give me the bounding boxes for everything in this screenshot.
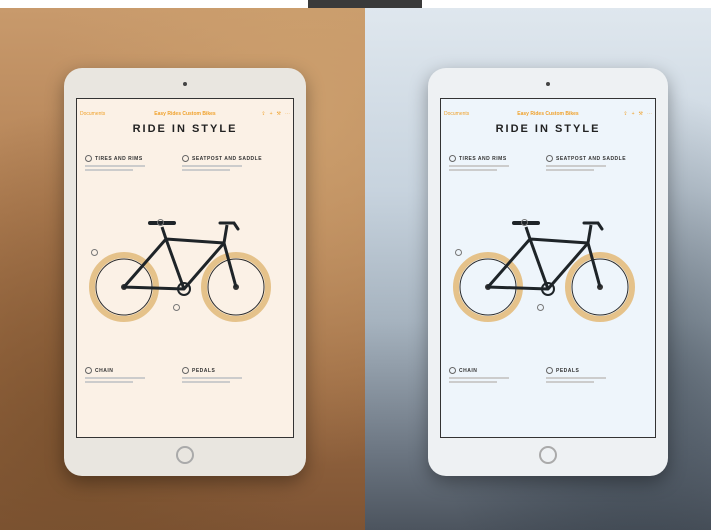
ipad-right: Documents Easy Rides Custom Bikes ⇪ + ⚒ … (428, 68, 668, 476)
wrench-icon[interactable]: ⚒ (639, 111, 643, 117)
nav-icons: ⇪ + ⚒ ⋯ (261, 111, 290, 117)
status-bar (444, 101, 652, 107)
ipad-left-screen: Documents Easy Rides Custom Bikes ⇪ + ⚒ … (76, 98, 294, 438)
status-bar (80, 101, 290, 107)
nav-bar: Documents Easy Rides Custom Bikes ⇪ + ⚒ … (444, 108, 652, 120)
bullet-icon (182, 155, 189, 162)
add-icon[interactable]: + (270, 111, 273, 117)
text-line (546, 165, 606, 167)
text-line (449, 165, 509, 167)
text-line (182, 377, 242, 379)
text-line (546, 377, 606, 379)
section-seatpost: SEATPOST AND SADDLE (182, 155, 262, 171)
comparison-photo: Documents Easy Rides Custom Bikes ⇪ + ⚒ … (0, 0, 711, 530)
wrench-icon[interactable]: ⚒ (277, 111, 281, 117)
top-tab (308, 0, 422, 8)
bullet-icon (449, 367, 456, 374)
section-chain: CHAIN (85, 367, 145, 383)
text-line (85, 377, 145, 379)
section-title: TIRES AND RIMS (95, 155, 143, 162)
share-icon[interactable]: ⇪ (261, 111, 265, 117)
text-line (182, 169, 230, 171)
section-title: PEDALS (556, 367, 580, 374)
callout-marker (537, 304, 544, 311)
bullet-icon (546, 155, 553, 162)
section-title: PEDALS (192, 367, 216, 374)
section-title: CHAIN (459, 367, 478, 374)
text-line (449, 381, 497, 383)
bullet-icon (85, 367, 92, 374)
bullet-icon (546, 367, 553, 374)
page-heading: RIDE IN STYLE (495, 123, 601, 135)
bicycle-illustration (89, 221, 271, 322)
nav-bar: Documents Easy Rides Custom Bikes ⇪ + ⚒ … (80, 108, 290, 120)
text-line (85, 165, 145, 167)
section-title: TIRES AND RIMS (459, 155, 507, 162)
camera (183, 82, 187, 86)
section-title: CHAIN (95, 367, 114, 374)
share-icon[interactable]: ⇪ (623, 111, 627, 117)
bullet-icon (182, 367, 189, 374)
nav-back-button[interactable]: Documents (80, 111, 105, 117)
more-icon[interactable]: ⋯ (285, 111, 290, 117)
home-button[interactable] (176, 446, 194, 464)
callout-marker (455, 249, 462, 256)
text-line (85, 381, 133, 383)
page-heading: RIDE IN STYLE (132, 123, 238, 135)
bicycle-illustration (453, 221, 635, 322)
section-tires: TIRES AND RIMS (449, 155, 509, 171)
callout-marker (521, 219, 528, 226)
cool-background-panel: Documents Easy Rides Custom Bikes ⇪ + ⚒ … (365, 8, 711, 530)
nav-title: Easy Rides Custom Bikes (517, 111, 579, 117)
nav-back-button[interactable]: Documents (444, 111, 469, 117)
section-title: SEATPOST AND SADDLE (192, 155, 263, 162)
text-line (449, 377, 509, 379)
warm-background-panel: Documents Easy Rides Custom Bikes ⇪ + ⚒ … (0, 8, 365, 530)
text-line (546, 169, 594, 171)
ipad-right-screen: Documents Easy Rides Custom Bikes ⇪ + ⚒ … (440, 98, 656, 438)
ipad-left: Documents Easy Rides Custom Bikes ⇪ + ⚒ … (64, 68, 306, 476)
section-pedals: PEDALS (546, 367, 606, 383)
callout-marker (91, 249, 98, 256)
text-line (182, 381, 230, 383)
home-button[interactable] (539, 446, 557, 464)
top-strip (0, 0, 711, 8)
nav-title: Easy Rides Custom Bikes (154, 111, 216, 117)
text-line (85, 169, 133, 171)
section-title: SEATPOST AND SADDLE (556, 155, 627, 162)
callout-marker (173, 304, 180, 311)
text-line (449, 169, 497, 171)
add-icon[interactable]: + (632, 111, 635, 117)
more-icon[interactable]: ⋯ (647, 111, 652, 117)
section-seatpost: SEATPOST AND SADDLE (546, 155, 626, 171)
callout-marker (157, 219, 164, 226)
nav-icons: ⇪ + ⚒ ⋯ (623, 111, 652, 117)
bullet-icon (85, 155, 92, 162)
section-tires: TIRES AND RIMS (85, 155, 145, 171)
section-chain: CHAIN (449, 367, 509, 383)
camera (546, 82, 550, 86)
bullet-icon (449, 155, 456, 162)
text-line (546, 381, 594, 383)
text-line (182, 165, 242, 167)
section-pedals: PEDALS (182, 367, 242, 383)
